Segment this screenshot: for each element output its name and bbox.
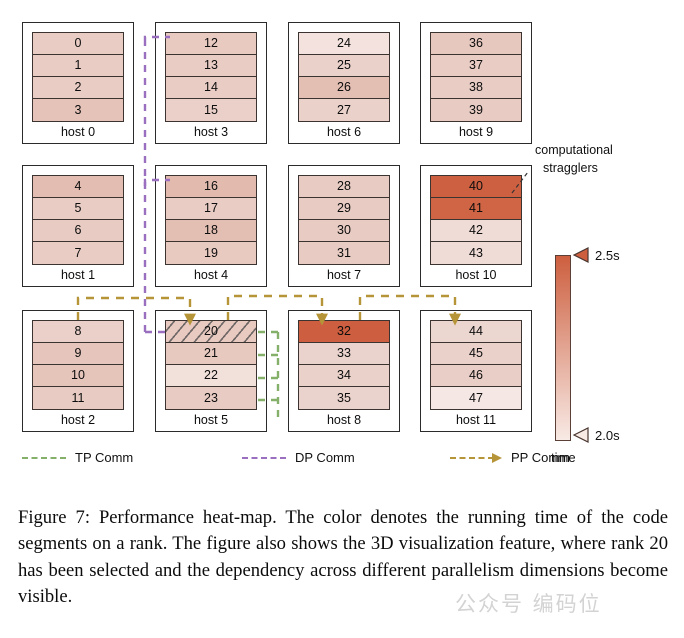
- rank-label: 38: [469, 80, 483, 95]
- rank-label: 24: [337, 36, 351, 51]
- rank-label: 43: [469, 245, 483, 260]
- legend-label: PP Comm: [511, 450, 570, 465]
- rank-label: 12: [204, 36, 218, 51]
- rank-label: 37: [469, 58, 483, 73]
- rank-label: 35: [337, 390, 351, 405]
- rank-label: 8: [74, 324, 82, 339]
- rank-label: 1: [74, 58, 82, 73]
- colorbar-top-label: 2.5s: [595, 248, 620, 263]
- rank-label: 34: [337, 368, 351, 383]
- rank-label: 4: [74, 179, 82, 194]
- rank-label: 2: [74, 80, 82, 95]
- rank-label: 22: [204, 368, 218, 383]
- legend-label: TP Comm: [75, 450, 134, 465]
- legend-label: DP Comm: [295, 450, 355, 465]
- legend-item-dp-comm[interactable]: DP Comm: [242, 450, 355, 465]
- rank-label: 25: [337, 58, 351, 73]
- rank-label: 36: [469, 36, 483, 51]
- legend-dash-swatch: [22, 456, 66, 459]
- rank-label: 47: [469, 390, 483, 405]
- rank-cell[interactable]: 20: [166, 321, 256, 343]
- figure-caption: Figure 7: Performance heat-map. The colo…: [18, 507, 668, 608]
- legend: TP Comm DP Comm PP Comm: [0, 450, 684, 476]
- rank-label: 11: [71, 390, 85, 405]
- rank-label: 32: [337, 324, 351, 339]
- rank-label: 9: [74, 346, 82, 361]
- rank-label: 20: [204, 324, 218, 339]
- legend-item-pp-comm[interactable]: PP Comm: [450, 450, 570, 465]
- rank-label: 39: [469, 102, 483, 117]
- rank-label: 6: [74, 223, 82, 238]
- rank-label: 15: [204, 102, 218, 117]
- rank-label: 3: [74, 102, 82, 117]
- rank-label: 23: [204, 390, 218, 405]
- rank-label: 18: [204, 223, 218, 238]
- rank-label: 13: [204, 58, 218, 73]
- figure-root: 0 1 2 3 host 0 12 13 14 15 host 3 24 25 26 27 host 6 36…: [0, 0, 684, 638]
- rank-label: 46: [469, 368, 483, 383]
- rank-label: 16: [204, 179, 218, 194]
- rank-label: 19: [204, 245, 218, 260]
- rank-label: 29: [337, 201, 351, 216]
- rank-label: 0: [74, 36, 82, 51]
- rank-label: 33: [337, 346, 351, 361]
- rank-label: 17: [204, 201, 218, 216]
- rank-label: 21: [204, 346, 218, 361]
- legend-dash-swatch: [242, 456, 286, 459]
- rank-label: 7: [74, 245, 82, 260]
- colorbar-bottom-label: 2.0s: [595, 428, 620, 443]
- rank-label: 28: [337, 179, 351, 194]
- rank-label: 27: [337, 102, 351, 117]
- legend-item-tp-comm[interactable]: TP Comm: [22, 450, 133, 465]
- legend-arrow-icon: [492, 452, 502, 463]
- rank-label: 45: [469, 346, 483, 361]
- rank-label: 42: [469, 223, 483, 238]
- colorbar-gradient: [555, 255, 571, 441]
- rank-label: 14: [204, 80, 218, 95]
- heatmap-figure: 0 1 2 3 host 0 12 13 14 15 host 3 24 25 26 27 host 6 36…: [0, 0, 684, 495]
- rank-label: 40: [469, 179, 483, 194]
- rank-label: 5: [74, 201, 82, 216]
- rank-label: 44: [469, 324, 483, 339]
- rank-label: 10: [71, 368, 85, 383]
- rank-label: 31: [337, 245, 351, 260]
- legend-dash-swatch: [450, 456, 494, 459]
- rank-label: 26: [337, 80, 351, 95]
- rank-label: 30: [337, 223, 351, 238]
- rank-label: 41: [469, 201, 483, 216]
